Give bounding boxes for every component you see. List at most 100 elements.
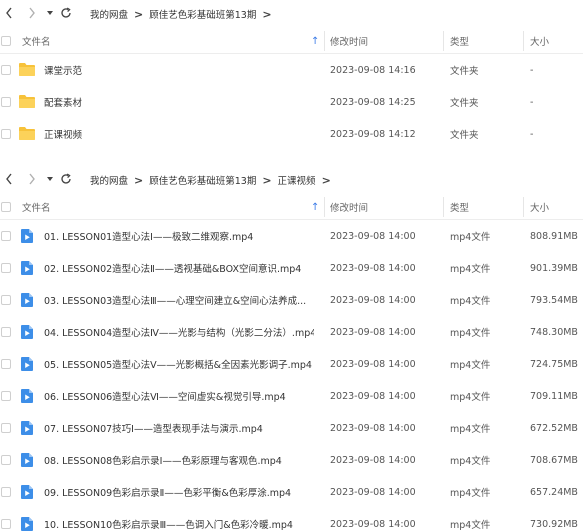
video-file-icon: [21, 325, 33, 339]
file-list-header: 文件名 ↑ 修改时间 类型 大小: [0, 28, 583, 54]
file-name[interactable]: 正课视频: [44, 118, 314, 150]
file-name[interactable]: 配套素材: [44, 86, 314, 118]
back-button[interactable]: [1, 171, 17, 187]
video-file-icon: [21, 261, 33, 275]
file-name[interactable]: 01. LESSON01造型心法Ⅰ——极致二维观察.mp4: [44, 220, 314, 252]
row-checkbox[interactable]: [1, 97, 11, 107]
row-checkbox[interactable]: [1, 231, 11, 241]
breadcrumb-video-folder[interactable]: 正课视频: [278, 173, 316, 187]
column-header-size[interactable]: 大小: [530, 194, 549, 220]
sort-ascending-icon[interactable]: ↑: [311, 28, 319, 54]
column-divider[interactable]: [324, 31, 325, 51]
row-checkbox[interactable]: [1, 487, 11, 497]
row-checkbox[interactable]: [1, 295, 11, 305]
file-type: 文件夹: [450, 98, 479, 109]
file-size: -: [530, 96, 534, 108]
modified-time: 2023-09-08 14:00: [330, 390, 416, 402]
video-file-icon: [21, 421, 33, 435]
folder-row[interactable]: 正课视频 2023-09-08 14:12 文件夹 -: [0, 118, 583, 150]
column-divider[interactable]: [523, 31, 524, 51]
file-name[interactable]: 09. LESSON09色彩启示录Ⅱ——色彩平衡&色彩厚涂.mp4: [44, 476, 314, 508]
breadcrumb-separator: >: [134, 173, 144, 187]
breadcrumb-course-folder[interactable]: 顾佳艺色彩基础班第13期: [149, 7, 256, 21]
select-all-checkbox[interactable]: [1, 202, 11, 212]
sort-ascending-icon[interactable]: ↑: [311, 194, 319, 220]
modified-time: 2023-09-08 14:00: [330, 518, 416, 530]
modified-time: 2023-09-08 14:00: [330, 230, 416, 242]
file-size: 709.11MB: [530, 390, 578, 402]
forward-button[interactable]: [24, 171, 40, 187]
row-checkbox[interactable]: [1, 129, 11, 139]
video-file-row[interactable]: 04. LESSON04造型心法Ⅳ——光影与结构（光影二分法）.mp4 2023-…: [0, 316, 583, 348]
video-file-row[interactable]: 07. LESSON07技巧Ⅰ——造型表现手法与演示.mp4 2023-09-08…: [0, 412, 583, 444]
file-name[interactable]: 课堂示范: [44, 54, 314, 86]
modified-time: 2023-09-08 14:00: [330, 422, 416, 434]
video-file-row[interactable]: 06. LESSON06造型心法Ⅵ——空间虚实&视觉引导.mp4 2023-09-…: [0, 380, 583, 412]
folder-row[interactable]: 课堂示范 2023-09-08 14:16 文件夹 -: [0, 54, 583, 86]
file-name[interactable]: 03. LESSON03造型心法Ⅲ——心理空间建立&空间心法养成...: [44, 284, 314, 316]
refresh-icon: [61, 7, 71, 18]
modified-time: 2023-09-08 14:12: [330, 128, 416, 140]
file-name[interactable]: 04. LESSON04造型心法Ⅳ——光影与结构（光影二分法）.mp4: [44, 316, 314, 348]
column-divider[interactable]: [324, 197, 325, 217]
breadcrumb-separator[interactable]: >: [262, 8, 271, 21]
forward-button[interactable]: [24, 5, 40, 21]
breadcrumb-separator[interactable]: >: [322, 174, 331, 187]
file-name[interactable]: 02. LESSON02造型心法Ⅱ——透视基础&BOX空间意识.mp4: [44, 252, 314, 284]
row-checkbox[interactable]: [1, 65, 11, 75]
file-name[interactable]: 06. LESSON06造型心法Ⅵ——空间虚实&视觉引导.mp4: [44, 380, 314, 412]
column-header-type[interactable]: 类型: [450, 194, 469, 220]
file-type: mp4文件: [450, 264, 491, 275]
file-type: mp4文件: [450, 296, 491, 307]
select-all-checkbox[interactable]: [1, 36, 11, 46]
column-header-name[interactable]: 文件名: [22, 28, 51, 54]
row-checkbox[interactable]: [1, 455, 11, 465]
file-size: -: [530, 64, 534, 76]
file-name[interactable]: 10. LESSON10色彩启示录Ⅲ——色调入门&色彩冷暖.mp4: [44, 508, 314, 532]
column-divider[interactable]: [523, 197, 524, 217]
folder-view-course: 我的网盘 > 顾佳艺色彩基础班第13期 > 文件名 ↑ 修改时间 类型 大小 课…: [0, 0, 583, 152]
file-size: 672.52MB: [530, 422, 578, 434]
video-file-row[interactable]: 10. LESSON10色彩启示录Ⅲ——色调入门&色彩冷暖.mp4 2023-09…: [0, 508, 583, 532]
refresh-button[interactable]: [58, 5, 74, 21]
row-checkbox[interactable]: [1, 423, 11, 433]
folder-row[interactable]: 配套素材 2023-09-08 14:25 文件夹 -: [0, 86, 583, 118]
video-file-row[interactable]: 08. LESSON08色彩启示录Ⅰ——色彩原理与客观色.mp4 2023-09-…: [0, 444, 583, 476]
breadcrumb-my-drive[interactable]: 我的网盘: [90, 7, 128, 21]
folder-icon: [19, 63, 35, 76]
modified-time: 2023-09-08 14:25: [330, 96, 416, 108]
file-name[interactable]: 07. LESSON07技巧Ⅰ——造型表现手法与演示.mp4: [44, 412, 314, 444]
column-header-modified[interactable]: 修改时间: [330, 194, 368, 220]
file-name[interactable]: 08. LESSON08色彩启示录Ⅰ——色彩原理与客观色.mp4: [44, 444, 314, 476]
back-button[interactable]: [1, 5, 17, 21]
breadcrumb-course-folder[interactable]: 顾佳艺色彩基础班第13期: [149, 173, 256, 187]
video-file-row[interactable]: 02. LESSON02造型心法Ⅱ——透视基础&BOX空间意识.mp4 2023-…: [0, 252, 583, 284]
row-checkbox[interactable]: [1, 327, 11, 337]
file-type: mp4文件: [450, 520, 491, 531]
folder-view-videos: 我的网盘 > 顾佳艺色彩基础班第13期 > 正课视频 > 文件名 ↑ 修改时间 …: [0, 166, 583, 532]
file-name[interactable]: 05. LESSON05造型心法Ⅴ——光影概括&全因素光影调子.mp4: [44, 348, 314, 380]
column-divider[interactable]: [443, 31, 444, 51]
column-header-name[interactable]: 文件名: [22, 194, 51, 220]
history-dropdown-button[interactable]: [42, 5, 58, 21]
row-checkbox[interactable]: [1, 359, 11, 369]
row-checkbox[interactable]: [1, 391, 11, 401]
refresh-button[interactable]: [58, 171, 74, 187]
video-file-row[interactable]: 09. LESSON09色彩启示录Ⅱ——色彩平衡&色彩厚涂.mp4 2023-09…: [0, 476, 583, 508]
video-file-icon: [21, 517, 33, 531]
row-checkbox[interactable]: [1, 519, 11, 529]
chevron-right-icon: [29, 7, 35, 19]
video-file-icon: [21, 229, 33, 243]
row-checkbox[interactable]: [1, 263, 11, 273]
video-file-row[interactable]: 01. LESSON01造型心法Ⅰ——极致二维观察.mp4 2023-09-08 …: [0, 220, 583, 252]
video-file-row[interactable]: 05. LESSON05造型心法Ⅴ——光影概括&全因素光影调子.mp4 2023-…: [0, 348, 583, 380]
history-dropdown-button[interactable]: [42, 171, 58, 187]
column-header-size[interactable]: 大小: [530, 28, 549, 54]
column-divider[interactable]: [443, 197, 444, 217]
video-file-row[interactable]: 03. LESSON03造型心法Ⅲ——心理空间建立&空间心法养成... 2023-…: [0, 284, 583, 316]
column-header-modified[interactable]: 修改时间: [330, 28, 368, 54]
breadcrumb-my-drive[interactable]: 我的网盘: [90, 173, 128, 187]
file-size: 808.91MB: [530, 230, 578, 242]
breadcrumb: 我的网盘 > 顾佳艺色彩基础班第13期 >: [90, 6, 278, 22]
column-header-type[interactable]: 类型: [450, 28, 469, 54]
